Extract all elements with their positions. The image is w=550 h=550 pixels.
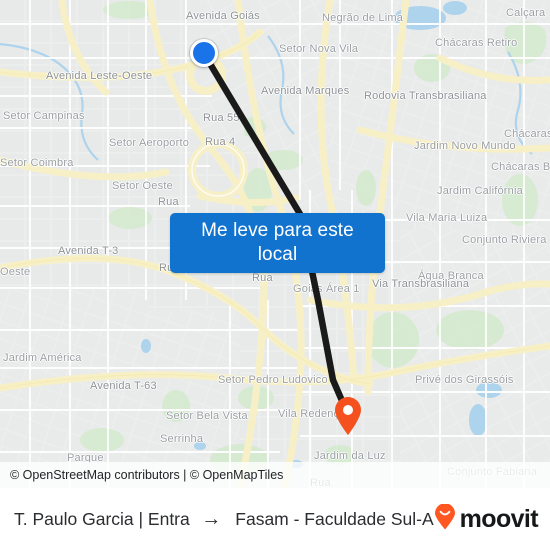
route-footer-bar: T. Paulo Garcia | Entra... → Fasam - Fac…	[0, 488, 550, 550]
moovit-logo[interactable]: moovit	[434, 502, 539, 535]
origin-marker-icon[interactable]	[190, 39, 218, 67]
arrow-right-icon: →	[201, 508, 222, 530]
destination-pin-icon[interactable]	[333, 396, 363, 436]
attribution-text: © OpenStreetMap contributors | © OpenMap…	[10, 468, 284, 482]
moovit-wordmark: moovit	[459, 504, 539, 533]
map-attribution: © OpenStreetMap contributors | © OpenMap…	[0, 462, 550, 488]
destination-stop-label: Fasam - Faculdade Sul-A...	[235, 508, 434, 529]
take-me-here-button[interactable]: Me leve para este local	[170, 213, 385, 273]
moovit-pin-icon	[434, 502, 456, 535]
moovit-route-screen: Negrão de Lima Calçara Setor Nova Vila Chác…	[0, 0, 550, 550]
map-view[interactable]: Negrão de Lima Calçara Setor Nova Vila Chác…	[0, 0, 550, 488]
origin-stop-label: T. Paulo Garcia | Entra...	[14, 508, 192, 529]
